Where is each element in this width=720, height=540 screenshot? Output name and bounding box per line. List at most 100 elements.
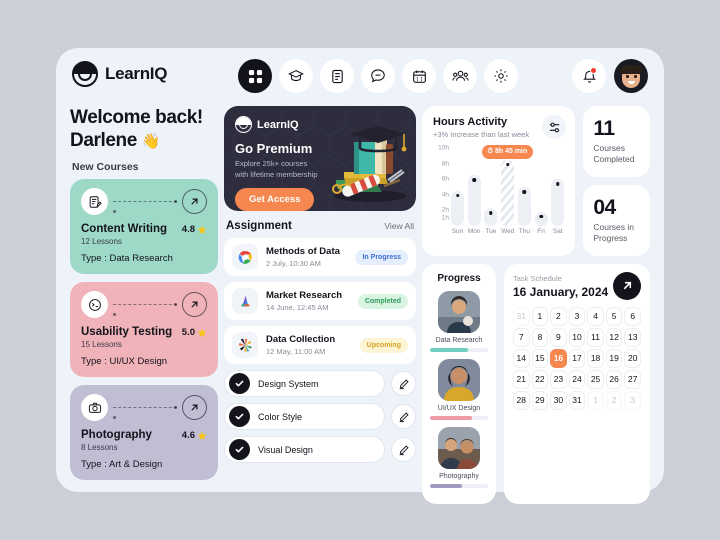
progress-item[interactable]: UI/UX Design — [430, 358, 488, 420]
chart-y-tick: 10h — [438, 144, 449, 152]
course-card[interactable]: Photography 4.6 8 Lessons Type : Art & D… — [70, 385, 218, 481]
chart-bar[interactable] — [451, 190, 464, 226]
calendar-day-cell[interactable]: 24 — [568, 369, 586, 389]
progress-item[interactable]: Data Research — [430, 290, 488, 352]
chart-bar[interactable] — [551, 179, 565, 226]
nav-courses-graduation-cap-icon[interactable] — [279, 59, 313, 93]
calendar-day-cell[interactable]: 31 — [568, 390, 586, 410]
nav-documents-icon[interactable] — [320, 59, 354, 93]
assignment-row[interactable]: Data Collection 12 May, 11:00 AM Upcomin… — [224, 326, 416, 364]
task-edit-button[interactable] — [391, 371, 416, 396]
calendar-day-cell[interactable]: 7 — [513, 327, 530, 347]
calendar-day-cell[interactable]: 19 — [605, 348, 623, 368]
calendar-day-cell[interactable]: 13 — [624, 327, 641, 347]
task-checkbox[interactable] — [229, 373, 250, 394]
calendar-day-cell[interactable]: 1 — [587, 390, 604, 410]
get-access-button[interactable]: Get Access — [235, 187, 315, 211]
calendar-day-cell[interactable]: 29 — [531, 390, 549, 410]
calendar-day-cell[interactable]: 31 — [513, 306, 530, 326]
camera-icon — [81, 394, 108, 422]
chart-bar[interactable] — [517, 187, 531, 226]
chart-bar-wrap — [484, 148, 498, 226]
calendar-day-cell[interactable]: 12 — [605, 327, 623, 347]
course-open-arrow-up-right-icon[interactable] — [182, 395, 207, 421]
calendar-day-cell[interactable]: 5 — [605, 306, 623, 326]
calendar-day-cell[interactable]: 27 — [624, 369, 641, 389]
main-nav — [238, 59, 518, 93]
calendar-day-cell[interactable]: 10 — [568, 327, 586, 347]
course-rating: 5.0 — [182, 327, 207, 338]
course-open-arrow-up-right-icon[interactable] — [182, 292, 207, 318]
calendar-day-cell[interactable]: 21 — [513, 369, 530, 389]
progress-item[interactable]: Photography — [430, 426, 488, 488]
nav-settings-gear-icon[interactable] — [484, 59, 518, 93]
calendar-day-cell[interactable]: 20 — [624, 348, 641, 368]
calendar-day-cell[interactable]: 15 — [531, 348, 549, 368]
progress-fill — [430, 347, 468, 352]
nav-community-users-icon[interactable] — [443, 59, 477, 93]
stat-value: 04 — [593, 195, 616, 219]
chart-y-tick: 6h — [441, 175, 449, 183]
calendar-day-cell[interactable]: 3 — [624, 390, 641, 410]
calendar-day-cell[interactable]: 26 — [605, 369, 623, 389]
chart-bar-dot — [472, 178, 476, 182]
calendar-day-cell[interactable]: 11 — [587, 327, 604, 347]
notifications-button[interactable] — [572, 59, 606, 93]
brand-logo: LearnIQ — [72, 61, 167, 87]
calendar-day-cell[interactable]: 22 — [531, 369, 549, 389]
calendar-day-cell[interactable]: 17 — [568, 348, 586, 368]
calendar-day-cell[interactable]: 4 — [587, 306, 604, 326]
chart-bar[interactable] — [534, 211, 548, 226]
go-premium-banner[interactable]: LearnIQ Go Premium Explore 25k+ courses … — [224, 106, 416, 211]
calendar-day-cell[interactable]: 1 — [531, 306, 549, 326]
nav-dashboard-grid-icon[interactable] — [238, 59, 272, 93]
progress-title: Progress — [437, 272, 481, 284]
task-checkbox[interactable] — [229, 439, 250, 460]
nav-messages-chat-icon[interactable] — [361, 59, 395, 93]
calendar-day-cell[interactable]: 28 — [513, 390, 530, 410]
task-pill[interactable]: Color Style — [224, 403, 385, 430]
task-pill[interactable]: Design System — [224, 370, 385, 397]
assignment-view-all-link[interactable]: View All — [384, 221, 414, 231]
calendar-day-cell[interactable]: 8 — [531, 327, 549, 347]
chart-x-tick: Tue — [485, 228, 497, 235]
progress-track — [430, 347, 488, 352]
calendar-day-cell[interactable]: 16 — [550, 348, 567, 368]
chart-bar[interactable] — [467, 175, 481, 226]
chart-bar[interactable] — [484, 208, 498, 226]
center-column: LearnIQ Go Premium Explore 25k+ courses … — [224, 106, 416, 469]
check-icon — [235, 446, 244, 453]
task-pill[interactable]: Visual Design — [224, 436, 385, 463]
calendar-day-cell[interactable]: 30 — [550, 390, 567, 410]
user-avatar[interactable] — [614, 59, 648, 93]
assignment-row[interactable]: Market Research 14 June, 12:45 AM Comple… — [224, 282, 416, 320]
chart-plot-area: 10h 8h 6h 4h 2h 1h Sun Mon Tue Wed Thu Fri Sat ⏱ — [433, 144, 565, 240]
task-edit-button[interactable] — [391, 437, 416, 462]
calendar-day-cell[interactable]: 6 — [624, 306, 641, 326]
chart-bar[interactable] — [501, 159, 515, 226]
calendar-day-cell[interactable]: 18 — [587, 348, 604, 368]
calendar-day-cell[interactable]: 25 — [587, 369, 604, 389]
calendar-day-cell[interactable]: 23 — [550, 369, 567, 389]
task-edit-button[interactable] — [391, 404, 416, 429]
calendar-expand-arrow-up-right-icon[interactable] — [613, 271, 641, 300]
course-card[interactable]: Content Writing 4.8 12 Lessons Type : Da… — [70, 179, 218, 275]
pinwheel-icon — [232, 332, 258, 358]
progress-label: Photography — [439, 472, 479, 480]
course-open-arrow-up-right-icon[interactable] — [182, 189, 207, 215]
course-type: Type : Data Research — [81, 253, 173, 265]
calendar-day-cell[interactable]: 9 — [550, 327, 567, 347]
arrow-up-right-icon — [191, 301, 198, 308]
calendar-day-cell[interactable]: 2 — [550, 306, 567, 326]
nav-calendar-icon[interactable] — [402, 59, 436, 93]
task-checkbox[interactable] — [229, 406, 250, 427]
course-card[interactable]: Usability Testing 5.0 15 Lessons Type : … — [70, 282, 218, 378]
chart-y-tick: 1h — [441, 214, 449, 222]
calendar-day-cell[interactable]: 2 — [605, 390, 623, 410]
assignment-heading: Assignment — [226, 220, 292, 232]
assignment-row[interactable]: Methods of Data 2 July, 10:30 AM In Prog… — [224, 238, 416, 276]
course-connector — [113, 304, 177, 306]
calendar-day-cell[interactable]: 14 — [513, 348, 530, 368]
calendar-day-cell[interactable]: 3 — [568, 306, 586, 326]
stat-card: 11 Courses Completed — [583, 106, 650, 177]
